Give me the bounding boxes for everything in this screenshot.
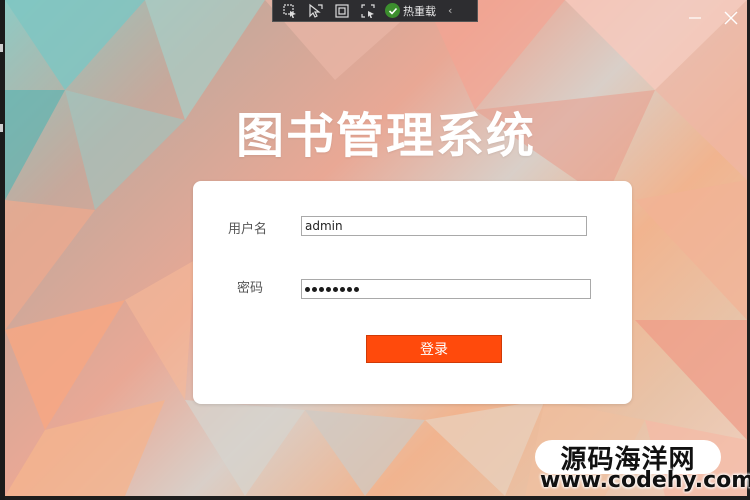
pointer-icon[interactable]	[305, 2, 327, 20]
hot-reload-label: 热重载	[403, 4, 436, 18]
login-window: 图书管理系统 用户名 admin 密码 登录	[5, 0, 747, 496]
track-focus-icon[interactable]	[357, 2, 379, 20]
wpf-debug-toolbar: 热重载 ‹	[272, 0, 478, 22]
window-controls	[686, 9, 740, 27]
password-mask-dot	[354, 286, 359, 292]
strip-marker	[0, 44, 3, 52]
password-mask	[305, 280, 587, 298]
password-mask-dot	[312, 286, 317, 292]
app-title: 图书管理系统	[235, 108, 536, 164]
strip-marker	[0, 124, 3, 132]
close-icon	[724, 11, 738, 25]
login-button[interactable]: 登录	[366, 335, 502, 363]
password-label: 密码	[237, 281, 264, 296]
hot-reload-indicator[interactable]: 热重载	[385, 3, 436, 19]
password-mask-dot	[333, 286, 338, 292]
password-input[interactable]	[301, 279, 591, 299]
password-mask-dot	[326, 286, 331, 292]
select-element-icon[interactable]	[279, 2, 301, 20]
login-card: 用户名 admin 密码 登录	[193, 181, 632, 404]
layout-adorner-icon[interactable]	[331, 2, 353, 20]
username-input[interactable]: admin	[301, 216, 587, 236]
watermark-url: www.codehy.com	[540, 468, 750, 493]
password-mask-dot	[305, 286, 310, 292]
username-label: 用户名	[228, 222, 268, 237]
password-mask-dot	[319, 286, 324, 292]
close-button[interactable]	[722, 9, 740, 27]
password-mask-dot	[340, 286, 345, 292]
minimize-button[interactable]	[686, 9, 704, 27]
collapse-toolbar-icon[interactable]: ‹	[448, 4, 452, 17]
password-mask-dot	[347, 286, 352, 292]
hot-reload-check-icon	[385, 3, 400, 18]
